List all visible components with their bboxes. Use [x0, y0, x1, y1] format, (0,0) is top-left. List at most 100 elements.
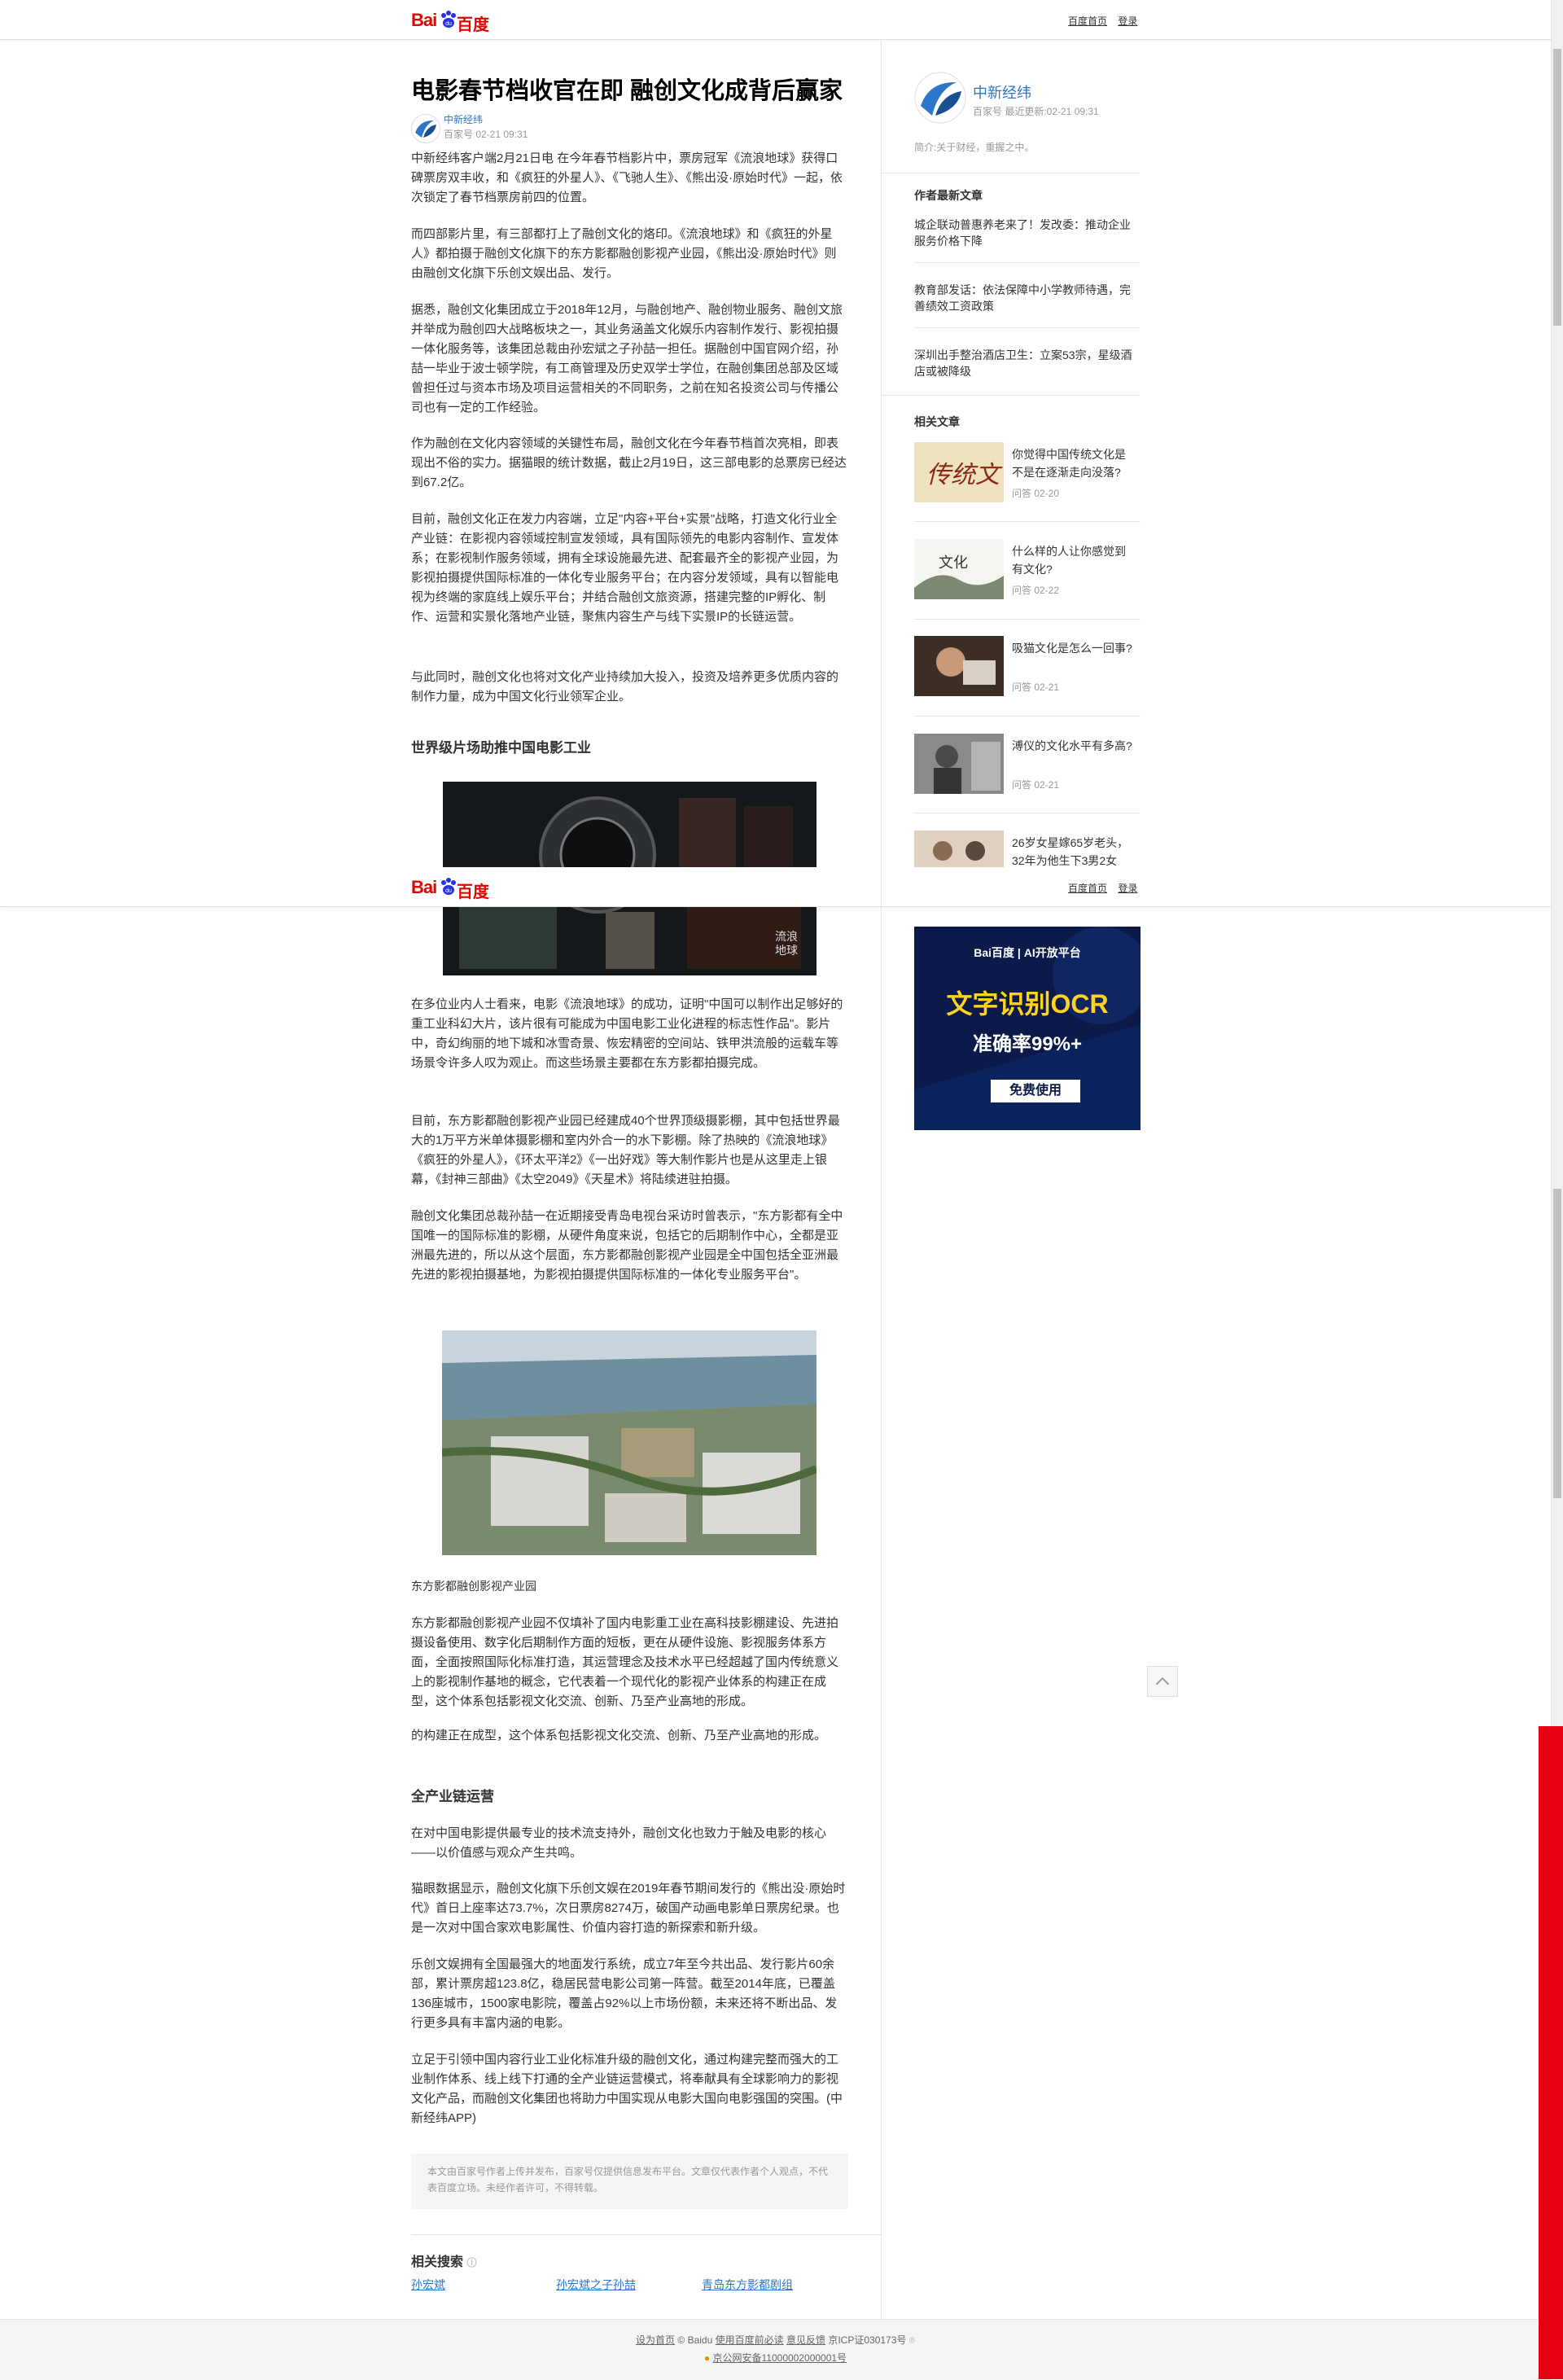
footer-security: ● 京公网安备11000002000001号 [0, 2351, 1551, 2365]
login-link[interactable]: 登录 [1118, 883, 1137, 894]
latest-article-link[interactable]: 城企联动普惠养老来了！发改委：推动企业服务价格下降 [914, 217, 1141, 249]
related-search-link[interactable]: 孙宏斌 [411, 2277, 445, 2293]
related-articles-heading: 相关文章 [914, 415, 960, 428]
sidebar-author-avatar[interactable] [914, 72, 966, 124]
footer-links: 设为首页 © Baidu 使用百度前必读 意见反馈 京ICP证030173号 ⌾ [0, 2333, 1551, 2347]
logo-text-bai: Bai [411, 877, 437, 897]
back-to-top-button[interactable] [1147, 1666, 1178, 1697]
sidebar-author-meta: 百家号 最近更新:02-21 09:31 [973, 106, 1099, 117]
related-article-item[interactable]: 吸猫文化是怎么一回事? 问答 02-21 [914, 636, 1141, 717]
ad-headline: 文字识别OCR [946, 989, 1109, 1019]
article-paragraph: 作为融创在文化内容领域的关键性布局，融创文化在今年春节档首次亮相，即表现出不俗的… [411, 436, 847, 489]
section-heading: 全产业链运营 [411, 1789, 494, 1804]
related-search-title: 相关搜索 [411, 2255, 464, 2269]
related-article-meta: 问答 02-22 [1012, 585, 1060, 596]
svg-text:地球: 地球 [775, 945, 798, 958]
divider [914, 262, 1141, 263]
top-links: 百度首页 登录 [1068, 881, 1145, 895]
related-article-title: 你觉得中国传统文化是不是在逐渐走向没落? [1012, 448, 1126, 479]
article-paragraph: 猫眼数据显示，融创文化旗下乐创文娱在2019年春节期间发行的《熊出没·原始时代》… [411, 1882, 846, 1935]
svg-text:文化: 文化 [939, 554, 968, 571]
article-paragraph: 目前，东方影都融创影视产业园已经建成40个世界顶级摄影棚，其中包括世界最大的1万… [411, 1114, 840, 1186]
thumbnail-graphic: 传统文化 [914, 442, 1004, 502]
svg-text:传统文化: 传统文化 [926, 462, 1004, 489]
logo-text-bai: Bai [411, 10, 437, 30]
related-article-item[interactable]: 溥仪的文化水平有多高? 问答 02-21 [914, 734, 1141, 815]
article-paragraph: 在对中国电影提供最专业的技术流支持外，融创文化也致力于触及电影的核心——以价值感… [411, 1826, 827, 1860]
divider [914, 521, 1141, 522]
sidebar-ad-banner[interactable]: Bai百度 | AI开放平台 文字识别OCR 准确率99%+ 免费使用 [914, 927, 1141, 1130]
thumbnail-graphic [914, 734, 1004, 794]
copyright-disclaimer: 本文由百家号作者上传并发布，百家号仅提供信息发布平台。文章仅代表作者个人观点，不… [411, 2154, 848, 2209]
author-avatar[interactable] [411, 114, 440, 143]
related-article-title: 什么样的人让你感觉到有文化? [1012, 545, 1126, 576]
article-paragraph: 目前，融创文化正在发力内容端，立足"内容+平台+实景"战略，打造文化行业全产业链… [411, 512, 839, 624]
scrollbar-thumb[interactable] [1553, 49, 1561, 326]
latest-articles-heading: 作者最新文章 [914, 189, 983, 202]
column-divider [881, 39, 882, 2319]
related-article-thumbnail: 传统文化 [914, 442, 1004, 502]
related-search-heading: 相关搜索 ⓘ [411, 2251, 476, 2270]
police-badge-icon: ● [703, 2352, 711, 2364]
article-paragraph: 融创文化集团总裁孙喆一在近期接受青岛电视台采访时曾表示，"东方影都有全中国唯一的… [411, 1209, 843, 1282]
related-article-item[interactable]: 26岁女星嫁65岁老头，32年为他生下3男2女 [914, 831, 1141, 867]
terms-link[interactable]: 使用百度前必读 [716, 2334, 784, 2346]
latest-article-link[interactable]: 教育部发话：依法保障中小学教师待遇，完善绩效工资政策 [914, 282, 1141, 314]
divider [914, 619, 1141, 620]
location-pin-icon: ⌾ [908, 2334, 915, 2346]
svg-text:du: du [445, 21, 452, 27]
copyright-text: © Baidu [677, 2334, 713, 2346]
page-footer: 设为首页 © Baidu 使用百度前必读 意见反馈 京ICP证030173号 ⌾… [0, 2319, 1551, 2380]
sidebar-author-name[interactable]: 中新经纬 [973, 81, 1031, 103]
ad-cta-button[interactable]: 免费使用 [991, 1080, 1080, 1102]
baidu-home-link[interactable]: 百度首页 [1068, 883, 1107, 894]
baidu-home-link[interactable]: 百度首页 [1068, 15, 1107, 27]
related-search-link[interactable]: 孙宏斌之子孙喆 [556, 2277, 636, 2293]
related-article-meta: 问答 02-21 [1012, 779, 1060, 791]
related-search-link[interactable]: 青岛东方影都剧组 [702, 2277, 793, 2293]
article-meta: 百家号 02-21 09:31 [444, 129, 528, 140]
svg-text:du: du [445, 888, 452, 894]
article-paragraph: 立足于引领中国内容行业工业化标准升级的融创文化，通过构建完整而强大的工业制作体系… [411, 2053, 843, 2125]
login-link[interactable]: 登录 [1118, 15, 1137, 27]
related-article-item[interactable]: 文化 什么样的人让你感觉到有文化? 问答 02-22 [914, 539, 1141, 620]
related-article-thumbnail: 文化 [914, 539, 1004, 599]
author-name[interactable]: 中新经纬 [444, 112, 483, 126]
thumbnail-graphic [914, 831, 1004, 867]
icp-text: 京ICP证030173号 [828, 2334, 907, 2346]
related-article-meta: 问答 02-20 [1012, 488, 1060, 499]
industrial-park-image [442, 1330, 817, 1555]
article-paragraph: 乐创文娱拥有全国最强大的地面发行系统，成立7年至今共出品、发行影片60余部，累计… [411, 1957, 838, 2030]
aerial-photo-graphic [442, 1330, 817, 1555]
latest-article-link[interactable]: 深圳出手整治酒店卫生：立案53宗，星级酒店或被降级 [914, 347, 1141, 379]
related-article-title: 吸猫文化是怎么一回事? [1012, 642, 1132, 655]
article-paragraph: 据悉，融创文化集团成立于2018年12月，与融创地产、融创物业服务、融创文旅并举… [411, 303, 843, 414]
set-homepage-link[interactable]: 设为首页 [636, 2334, 675, 2346]
scrollbar-thumb[interactable] [1553, 1189, 1561, 1498]
divider [411, 2234, 881, 2235]
author-logo-icon [413, 116, 439, 142]
divider [914, 327, 1141, 328]
top-nav-bar: Bai du 百度 百度首页 登录 [0, 0, 1551, 40]
image-caption: 东方影都融创影视产业园 [411, 1580, 536, 1593]
article-paragraph: 东方影都融创影视产业园不仅填补了国内电影重工业在高科技影棚建设、先进拍摄设备使用… [411, 1616, 839, 1708]
related-article-title: 26岁女星嫁65岁老头，32年为他生下3男2女 [1012, 836, 1129, 867]
top-links: 百度首页 登录 [1068, 14, 1145, 28]
top-nav-bar-sticky: Bai du 百度 百度首页 登录 [0, 867, 1551, 907]
baidu-logo[interactable]: Bai du 百度 [411, 8, 493, 34]
related-article-item[interactable]: 传统文化 你觉得中国传统文化是不是在逐渐走向没落? 问答 02-20 [914, 442, 1141, 524]
chevron-up-icon [1155, 1677, 1170, 1685]
author-logo-icon [914, 72, 966, 124]
article-paragraph: 在多位业内人士看来，电影《流浪地球》的成功，证明"中国可以制作出足够好的重工业科… [411, 997, 843, 1070]
public-security-link[interactable]: 京公网安备11000002000001号 [713, 2352, 847, 2364]
feedback-link[interactable]: 意见反馈 [786, 2334, 825, 2346]
related-article-thumbnail [914, 636, 1004, 696]
baidu-logo[interactable]: Bai du 百度 [411, 875, 493, 901]
thumbnail-graphic [914, 636, 1004, 696]
related-article-thumbnail [914, 831, 1004, 867]
related-article-meta: 问答 02-21 [1012, 682, 1060, 693]
ad-brand: Bai百度 | AI开放平台 [974, 946, 1081, 959]
paw-icon: du [441, 11, 456, 28]
sidebar-author-desc: 简介:关于财经，重握之中。 [914, 142, 1035, 153]
article-paragraph: 与此同时，融创文化也将对文化产业持续加大投入，投资及培养更多优质内容的制作力量，… [411, 670, 839, 703]
